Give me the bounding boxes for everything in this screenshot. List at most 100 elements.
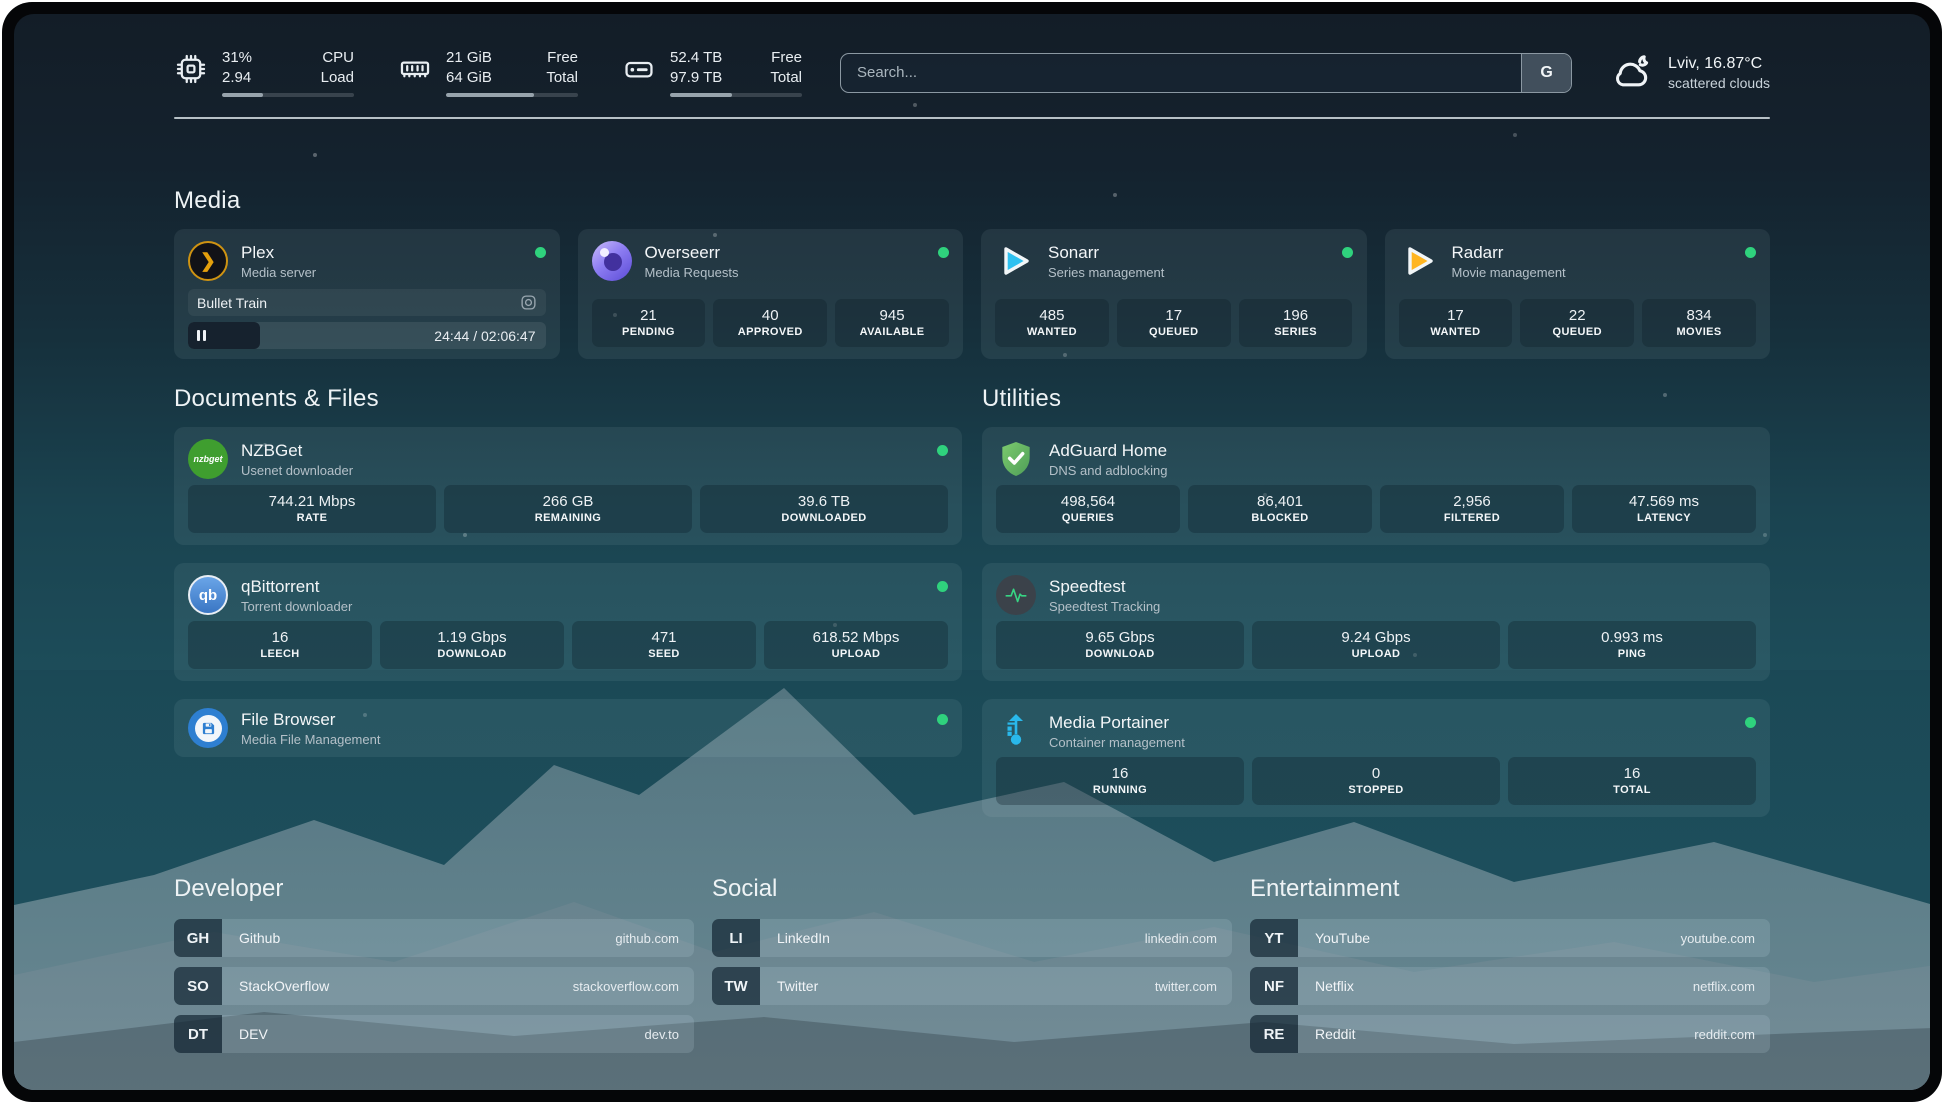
bookmark-stackoverflow[interactable]: SO StackOverflowstackoverflow.com [174, 967, 694, 1005]
service-card-filebrowser[interactable]: File Browser Media File Management [174, 699, 962, 757]
stat-download: 1.19 GbpsDOWNLOAD [380, 621, 564, 669]
bookmark-netflix[interactable]: NF Netflixnetflix.com [1250, 967, 1770, 1005]
service-title: Speedtest [1049, 576, 1756, 598]
stat-upload: 9.24 GbpsUPLOAD [1252, 621, 1500, 669]
stat-pending: 21PENDING [592, 299, 706, 347]
service-card-adguard[interactable]: AdGuard Home DNS and adblocking 498,564Q… [982, 427, 1770, 545]
stat-seed: 471SEED [572, 621, 756, 669]
stat-movies: 834MOVIES [1642, 299, 1756, 347]
now-playing-row: Bullet Train [188, 289, 546, 316]
search-bar: G [840, 53, 1572, 93]
stat-available: 945AVAILABLE [835, 299, 949, 347]
playback-progress-bar: 24:44 / 02:06:47 [188, 322, 546, 349]
cast-icon [520, 294, 537, 311]
service-card-portainer[interactable]: Media Portainer Container management 16R… [982, 699, 1770, 817]
section-title-documents: Documents & Files [174, 385, 962, 413]
sonarr-icon [995, 241, 1035, 281]
dashboard: 31%2.94 CPULoad [14, 14, 1930, 1090]
service-card-plex[interactable]: ❯ Plex Media server Bullet Train [174, 229, 560, 359]
section-title-media: Media [174, 187, 1770, 215]
weather-condition: scattered clouds [1668, 74, 1770, 93]
stat-download: 9.65 GbpsDOWNLOAD [996, 621, 1244, 669]
bookmark-twitter[interactable]: TW Twittertwitter.com [712, 967, 1232, 1005]
memory-icon [398, 52, 432, 86]
stat-ping: 0.993 msPING [1508, 621, 1756, 669]
bookmark-linkedin[interactable]: LI LinkedInlinkedin.com [712, 919, 1232, 957]
disk-free: 52.4 TB [670, 48, 722, 68]
service-subtitle: DNS and adblocking [1049, 462, 1756, 479]
service-title: Plex [241, 242, 522, 264]
search-input[interactable] [841, 54, 1521, 92]
disk-icon [622, 52, 656, 86]
stat-wanted: 485WANTED [995, 299, 1109, 347]
total-label: Total [546, 68, 578, 88]
disk-total: 97.9 TB [670, 68, 722, 88]
filebrowser-icon [188, 708, 228, 748]
bookmark-dev[interactable]: DT DEVdev.to [174, 1015, 694, 1053]
service-title: AdGuard Home [1049, 440, 1756, 462]
service-subtitle: Media Requests [645, 264, 926, 281]
service-card-nzbget[interactable]: nzbget NZBGet Usenet downloader 744.21 M… [174, 427, 962, 545]
service-card-radarr[interactable]: Radarr Movie management 17WANTED 22QUEUE… [1385, 229, 1771, 359]
service-title: qBittorrent [241, 576, 924, 598]
search-engine-button[interactable]: G [1521, 54, 1571, 92]
cpu-usage: 31% [222, 48, 252, 68]
disk-progress-bar [670, 93, 802, 97]
cpu-label: CPU [321, 48, 354, 68]
weather-widget: Lviv, 16.87°C scattered clouds [1610, 53, 1770, 93]
memory-free: 21 GiB [446, 48, 492, 68]
stat-series: 196SERIES [1239, 299, 1353, 347]
service-subtitle: Torrent downloader [241, 598, 924, 615]
service-card-sonarr[interactable]: Sonarr Series management 485WANTED 17QUE… [981, 229, 1367, 359]
service-card-qbittorrent[interactable]: qb qBittorrent Torrent downloader 16LEEC… [174, 563, 962, 681]
window-frame: 31%2.94 CPULoad [2, 2, 1942, 1102]
stat-approved: 40APPROVED [713, 299, 827, 347]
overseerr-icon [592, 241, 632, 281]
playback-elapsed [188, 322, 260, 349]
service-subtitle: Usenet downloader [241, 462, 924, 479]
status-dot [938, 247, 949, 258]
status-dot [937, 581, 948, 592]
service-subtitle: Speedtest Tracking [1049, 598, 1756, 615]
radarr-icon [1399, 241, 1439, 281]
cpu-progress-bar [222, 93, 354, 97]
cpu-widget: 31%2.94 CPULoad [174, 48, 354, 97]
stat-remaining: 266 GBREMAINING [444, 485, 692, 533]
status-dot [937, 714, 948, 725]
bookmark-abbr: LI [712, 919, 760, 957]
bookmark-abbr: SO [174, 967, 222, 1005]
status-dot [937, 445, 948, 456]
stat-downloaded: 39.6 TBDOWNLOADED [700, 485, 948, 533]
section-utilities: Utilities AdGuard Home [982, 385, 1770, 817]
now-playing-title: Bullet Train [197, 295, 520, 311]
stat-stopped: 0STOPPED [1252, 757, 1500, 805]
load-label: Load [321, 68, 354, 88]
free-label: Free [546, 48, 578, 68]
stat-total: 16TOTAL [1508, 757, 1756, 805]
top-bar: 31%2.94 CPULoad [174, 14, 1770, 97]
nzbget-icon: nzbget [188, 439, 228, 479]
bookmark-abbr: GH [174, 919, 222, 957]
bookmark-youtube[interactable]: YT YouTubeyoutube.com [1250, 919, 1770, 957]
service-card-speedtest[interactable]: Speedtest Speedtest Tracking 9.65 GbpsDO… [982, 563, 1770, 681]
bookmark-group-entertainment: Entertainment YT YouTubeyoutube.com NF N… [1250, 875, 1770, 1053]
stat-blocked: 86,401BLOCKED [1188, 485, 1372, 533]
cloud-icon [1610, 53, 1654, 93]
bookmark-reddit[interactable]: RE Redditreddit.com [1250, 1015, 1770, 1053]
weather-location-temp: Lviv, 16.87°C [1668, 53, 1770, 74]
section-title-entertainment: Entertainment [1250, 875, 1770, 903]
adguard-icon [996, 439, 1036, 479]
free-label: Free [770, 48, 802, 68]
service-subtitle: Media server [241, 264, 522, 281]
bookmark-github[interactable]: GH Githubgithub.com [174, 919, 694, 957]
service-card-overseerr[interactable]: Overseerr Media Requests 21PENDING 40APP… [578, 229, 964, 359]
stat-wanted: 17WANTED [1399, 299, 1513, 347]
section-title-developer: Developer [174, 875, 694, 903]
plex-icon: ❯ [188, 241, 228, 281]
bookmark-abbr: NF [1250, 967, 1298, 1005]
service-title: NZBGet [241, 440, 924, 462]
bookmark-group-social: Social LI LinkedInlinkedin.com TW Twitte… [712, 875, 1232, 1053]
pause-icon [197, 330, 206, 341]
portainer-icon [996, 711, 1036, 751]
system-stats: 31%2.94 CPULoad [174, 48, 802, 97]
